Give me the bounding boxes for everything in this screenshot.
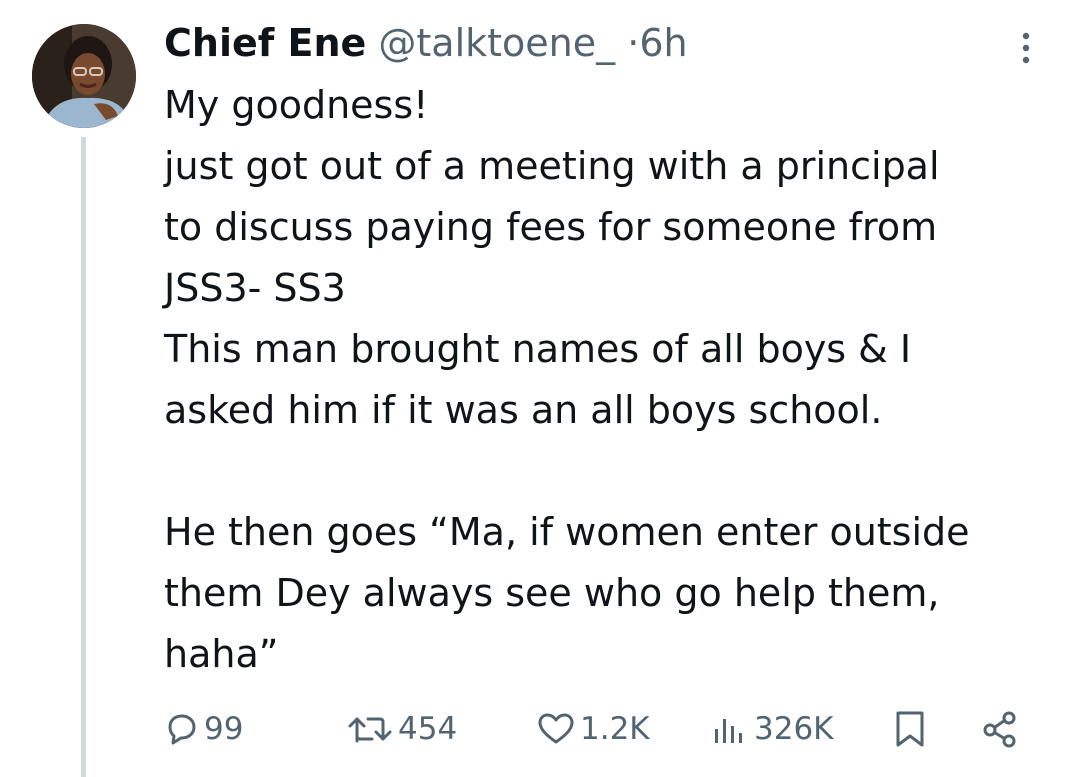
repost-count: 454 [398,711,458,747]
avatar[interactable] [32,24,136,128]
views-icon [710,711,750,747]
repost-button[interactable]: 454 [346,704,457,754]
tweet-header: Chief Ene @talktoene_ ·6h [164,18,688,68]
separator-dot: · [627,21,640,65]
tweet-line: My goodness! [164,83,429,127]
like-icon [536,711,576,747]
thread-line [81,137,86,777]
tweet-line [164,441,1064,502]
views-count: 326K [754,711,834,747]
tweet-line: JSS3- SS3 [164,266,346,310]
reply-icon [164,711,200,747]
views-button[interactable]: 326K [710,704,834,754]
tweet-line: This man brought names of all boys & I [164,327,912,371]
bookmark-icon [892,709,928,749]
action-bar: 99 454 1.2K 326K [164,704,1044,754]
display-name[interactable]: Chief Ene [164,21,366,65]
reply-button[interactable]: 99 [164,704,243,754]
tweet-line: them Dey always see who go help them, [164,571,940,615]
reply-count: 99 [204,711,244,747]
like-count: 1.2K [580,711,650,747]
like-button[interactable]: 1.2K [536,704,650,754]
bookmark-button[interactable] [892,704,928,754]
timestamp[interactable]: 6h [639,21,687,65]
repost-icon [346,711,394,747]
tweet-line: haha” [164,632,279,676]
more-icon[interactable] [1008,28,1044,68]
tweet-line: He then goes “Ma, if women enter outside [164,510,970,554]
tweet-text: My goodness! just got out of a meeting w… [164,75,1064,685]
tweet-line: just got out of a meeting with a princip… [164,144,940,188]
tweet-line: asked him if it was an all boys school. [164,388,883,432]
share-icon [980,709,1020,749]
user-handle[interactable]: @talktoene_ [378,21,615,65]
share-button[interactable] [980,704,1020,754]
tweet-line: to discuss paying fees for someone from [164,205,938,249]
